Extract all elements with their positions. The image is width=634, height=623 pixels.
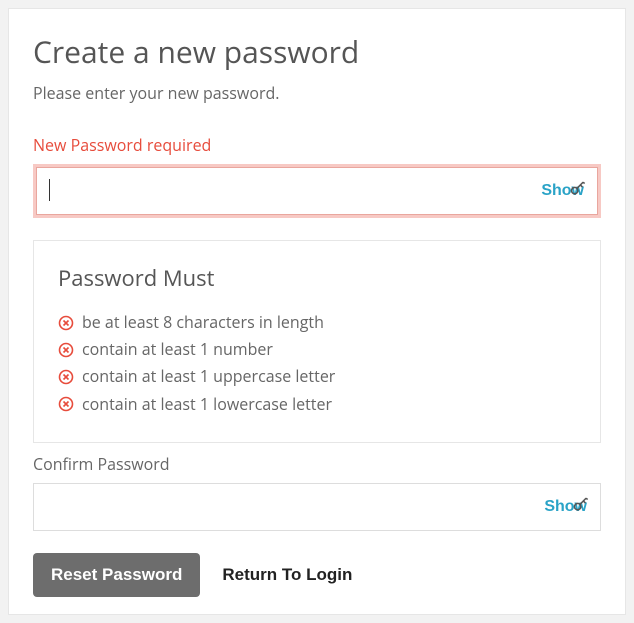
confirm-password-label: Confirm Password: [33, 453, 601, 475]
actions-row: Reset Password Return To Login: [33, 553, 601, 597]
show-new-password-button[interactable]: Show: [537, 178, 588, 204]
page-title: Create a new password: [33, 31, 601, 72]
new-password-wrap: Show: [33, 164, 601, 218]
page-subtitle: Please enter your new password.: [33, 82, 601, 104]
x-circle-icon: [58, 315, 74, 331]
rule-text: be at least 8 characters in length: [82, 309, 324, 336]
reset-password-button[interactable]: Reset Password: [33, 553, 200, 597]
text-cursor: [49, 179, 50, 201]
rule-text: contain at least 1 uppercase letter: [82, 363, 335, 390]
x-circle-icon: [58, 396, 74, 412]
return-to-login-button[interactable]: Return To Login: [222, 565, 352, 585]
rule-item: contain at least 1 number: [58, 336, 576, 363]
password-rules-box: Password Must be at least 8 characters i…: [33, 240, 601, 443]
rule-item: contain at least 1 lowercase letter: [58, 391, 576, 418]
password-reset-card: Create a new password Please enter your …: [8, 8, 626, 615]
confirm-password-wrap: Show: [33, 483, 601, 531]
confirm-password-input[interactable]: [33, 483, 601, 531]
rule-item: be at least 8 characters in length: [58, 309, 576, 336]
new-password-label: New Password required: [33, 134, 601, 156]
x-circle-icon: [58, 369, 74, 385]
rules-title: Password Must: [58, 263, 576, 293]
rule-text: contain at least 1 number: [82, 336, 273, 363]
rule-text: contain at least 1 lowercase letter: [82, 391, 332, 418]
x-circle-icon: [58, 342, 74, 358]
show-confirm-password-button[interactable]: Show: [540, 494, 591, 520]
rule-item: contain at least 1 uppercase letter: [58, 363, 576, 390]
new-password-input[interactable]: [36, 167, 598, 215]
